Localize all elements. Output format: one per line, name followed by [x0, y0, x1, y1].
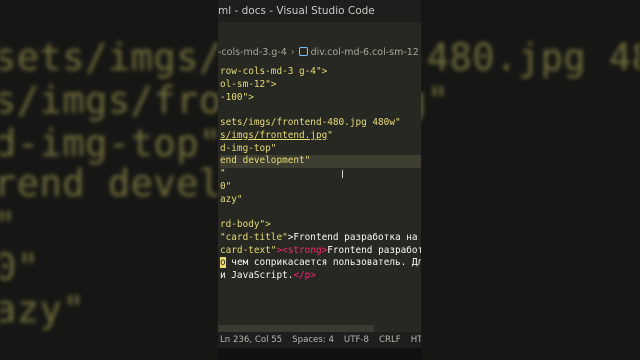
- code-line: d-img-top": [220, 143, 421, 156]
- status-indentation[interactable]: Spaces: 4: [292, 335, 334, 345]
- text-cursor: [342, 170, 343, 178]
- status-cursor-position[interactable]: Ln 236, Col 55: [220, 335, 282, 345]
- code-token: чем соприкасается пользователь. Для: [225, 257, 421, 269]
- status-bar: Ln 236, Col 55 Spaces: 4 UTF-8 CRLF HTML: [218, 332, 421, 348]
- code-token: ": [327, 129, 333, 141]
- code-token: -100">: [220, 91, 254, 103]
- code-line: row-cols-md-3 g-4">: [220, 66, 421, 79]
- breadcrumb-item[interactable]: div.col-md-6.col-sm-12: [311, 47, 419, 58]
- code-token: end development": [220, 155, 311, 167]
- status-language[interactable]: HTML: [411, 335, 421, 345]
- code-token: Frontend разработчи: [327, 244, 421, 256]
- code-token: row-cols-md-3 g-4">: [220, 66, 328, 77]
- code-token: card-text": [220, 244, 277, 256]
- code-line-current: end development": [220, 155, 421, 168]
- code-line: ol-sm-12">: [220, 79, 421, 92]
- code-token: azy": [220, 193, 243, 205]
- status-encoding[interactable]: UTF-8: [344, 335, 369, 345]
- code-line: и JavaScript.</p>: [220, 270, 421, 283]
- bottom-edge: [218, 348, 421, 360]
- code-line: 0": [220, 181, 421, 194]
- code-line: о чем соприкасается пользователь. Для: [220, 257, 421, 270]
- code-line: "card-title">Frontend разработка на <s: [220, 232, 421, 245]
- code-token: ><strong>: [276, 244, 328, 256]
- code-token: "card-title": [220, 231, 288, 243]
- code-token: 0": [220, 180, 232, 192]
- breadcrumb-item[interactable]: -cols-md-3.g-4: [218, 47, 287, 58]
- chevron-right-icon: ›: [290, 47, 295, 58]
- code-line: card-text"><strong>Frontend разработчи: [220, 245, 421, 258]
- code-line: sets/imgs/frontend-480.jpg 480w": [220, 117, 421, 130]
- code-line: azy": [220, 194, 421, 207]
- code-token: d-img-top": [220, 142, 277, 154]
- code-token: </p>: [293, 270, 316, 281]
- code-link[interactable]: s/imgs/frontend.jpg: [220, 130, 327, 141]
- editor-window: ml - docs - Visual Studio Code -cols-md-…: [218, 0, 421, 360]
- code-editor[interactable]: row-cols-md-3 g-4"> ol-sm-12"> -100"> se…: [220, 66, 421, 283]
- code-token: >Frontend разработка на: [287, 231, 421, 243]
- code-line: s/imgs/frontend.jpg": [220, 130, 421, 143]
- window-title: ml - docs - Visual Studio Code: [218, 0, 421, 22]
- code-token: ol-sm-12">: [220, 78, 277, 90]
- code-line: rd-body">: [220, 219, 421, 232]
- code-line: ": [220, 168, 421, 181]
- code-token: и JavaScript.: [220, 270, 294, 281]
- element-icon: [298, 47, 308, 56]
- code-token: ": [220, 168, 226, 179]
- code-token: rd-body">: [220, 219, 271, 230]
- code-line: -100">: [220, 92, 421, 105]
- status-eol[interactable]: CRLF: [379, 335, 401, 345]
- breadcrumb: -cols-md-3.g-4 › div.col-md-6.col-sm-12: [218, 44, 421, 61]
- code-token: sets/imgs/frontend-480.jpg 480w": [220, 117, 401, 128]
